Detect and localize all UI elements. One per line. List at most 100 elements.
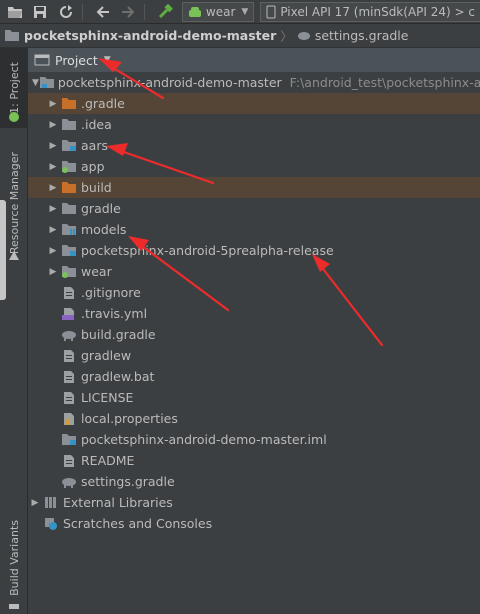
excluded-folder-icon bbox=[60, 96, 78, 112]
tree-item-label: local.properties bbox=[81, 411, 178, 426]
collapsed-arrow-icon[interactable]: ▶ bbox=[46, 204, 60, 214]
tree-item-label: .idea bbox=[81, 117, 112, 132]
build-variants-icon bbox=[0, 598, 28, 612]
open-folder-icon[interactable] bbox=[4, 1, 26, 23]
tree-item-license[interactable]: LICENSE bbox=[28, 387, 480, 408]
tab-project-label: 1: Project bbox=[7, 62, 21, 114]
breadcrumb-project[interactable]: pocketsphinx-android-demo-master bbox=[24, 28, 276, 43]
project-path: F:\android_test\pocketsphinx-and bbox=[289, 75, 480, 90]
android-module-folder-icon bbox=[60, 159, 78, 175]
gradle-elephant-icon bbox=[60, 327, 78, 343]
tree-item-label: build.gradle bbox=[81, 327, 156, 342]
tab-resource-manager-label: Resource Manager bbox=[7, 151, 21, 255]
project-folder-icon bbox=[39, 75, 55, 91]
tree-item-gradlew-bat[interactable]: gradlew.bat bbox=[28, 366, 480, 387]
tree-root[interactable]: ▼ pocketsphinx-android-demo-master F:\an… bbox=[28, 72, 480, 93]
make-project-hammer-icon[interactable] bbox=[154, 1, 176, 23]
collapsed-arrow-icon[interactable]: ▶ bbox=[46, 225, 60, 235]
tree-item-settings-gradle[interactable]: settings.gradle bbox=[28, 471, 480, 492]
chevron-down-icon: ▼ bbox=[103, 55, 111, 65]
text-file-icon bbox=[60, 348, 78, 364]
tree-item-gradle-cache[interactable]: ▶ .gradle bbox=[28, 93, 480, 114]
tree-item-label: app bbox=[81, 159, 105, 174]
tree-item-label: gradlew.bat bbox=[81, 369, 155, 384]
project-tool-window: Project ▼ ▼ pocketsphinx-android-demo-ma… bbox=[28, 48, 480, 614]
text-file-icon bbox=[60, 453, 78, 469]
main-toolbar: wear ▼ Pixel API 17 (minSdk(API 24) > c bbox=[0, 0, 480, 24]
excluded-folder-icon bbox=[60, 180, 78, 196]
left-tool-window-strip: 1: Project Resource Manager Build Varian… bbox=[0, 48, 28, 614]
tree-item-external-libraries[interactable]: ▶ External Libraries bbox=[28, 492, 480, 513]
tab-build-variants[interactable]: Build Variants bbox=[0, 518, 28, 598]
tree-item-pocketsphinx-release[interactable]: ▶ pocketsphinx-android-5prealpha-release bbox=[28, 240, 480, 261]
run-configuration-select[interactable]: wear ▼ bbox=[181, 1, 255, 22]
forward-icon[interactable] bbox=[118, 1, 140, 23]
collapsed-arrow-icon[interactable]: ▶ bbox=[46, 162, 60, 172]
tree-item-gradlew[interactable]: gradlew bbox=[28, 345, 480, 366]
sync-icon[interactable] bbox=[55, 1, 77, 23]
tree-item-label: README bbox=[81, 453, 135, 468]
tree-item-label: pocketsphinx-android-demo-master.iml bbox=[81, 432, 327, 447]
breadcrumb-file[interactable]: settings.gradle bbox=[315, 28, 409, 43]
tree-item-label: gradle bbox=[81, 201, 121, 216]
folder-icon bbox=[5, 30, 19, 41]
project-view-header[interactable]: Project ▼ bbox=[28, 48, 480, 72]
device-select[interactable]: Pixel API 17 (minSdk(API 24) > c bbox=[260, 1, 480, 22]
tree-item-travis[interactable]: .travis.yml bbox=[28, 303, 480, 324]
tab-build-variants-label: Build Variants bbox=[7, 520, 21, 596]
collapsed-arrow-icon[interactable]: ▶ bbox=[46, 267, 60, 277]
tree-item-label: settings.gradle bbox=[81, 474, 175, 489]
tree-item-readme[interactable]: README bbox=[28, 450, 480, 471]
scratches-icon bbox=[42, 516, 60, 532]
tree-item-label: aars bbox=[81, 138, 108, 153]
tree-item-idea[interactable]: ▶ .idea bbox=[28, 114, 480, 135]
tree-item-aars[interactable]: ▶ aars bbox=[28, 135, 480, 156]
tree-item-gradle[interactable]: ▶ gradle bbox=[28, 198, 480, 219]
yaml-file-icon bbox=[60, 306, 78, 322]
tree-item-label: models bbox=[81, 222, 127, 237]
tree-item-build[interactable]: ▶ build bbox=[28, 177, 480, 198]
tree-item-gitignore[interactable]: .gitignore bbox=[28, 282, 480, 303]
tree-item-label: gradlew bbox=[81, 348, 132, 363]
tree-item-label: External Libraries bbox=[63, 495, 173, 510]
collapsed-arrow-icon[interactable]: ▶ bbox=[46, 141, 60, 151]
save-all-icon[interactable] bbox=[30, 1, 52, 23]
back-icon[interactable] bbox=[92, 1, 114, 23]
tree-item-label: wear bbox=[81, 264, 112, 279]
editor-scroll-edge bbox=[0, 200, 6, 300]
collapsed-arrow-icon[interactable]: ▶ bbox=[46, 183, 60, 193]
folder-icon bbox=[60, 117, 78, 133]
tree-item-app[interactable]: ▶ app bbox=[28, 156, 480, 177]
project-tree: ▼ pocketsphinx-android-demo-master F:\an… bbox=[28, 72, 480, 534]
device-value: Pixel API 17 (minSdk(API 24) > c bbox=[280, 4, 475, 19]
android-module-icon bbox=[188, 6, 201, 17]
collapsed-arrow-icon[interactable]: ▶ bbox=[46, 120, 60, 130]
breadcrumb-separator: 〉 bbox=[280, 29, 293, 44]
collapsed-arrow-icon[interactable]: ▶ bbox=[46, 246, 60, 256]
tree-item-label: pocketsphinx-android-5prealpha-release bbox=[81, 243, 334, 258]
android-icon bbox=[0, 108, 28, 126]
run-configuration-value: wear bbox=[205, 4, 236, 19]
chevron-down-icon: ▼ bbox=[241, 6, 249, 17]
gradle-elephant-icon bbox=[297, 31, 310, 40]
tree-item-local-properties[interactable]: local.properties bbox=[28, 408, 480, 429]
module-folder-icon bbox=[60, 243, 78, 259]
text-file-icon bbox=[60, 390, 78, 406]
tree-item-build-gradle[interactable]: build.gradle bbox=[28, 324, 480, 345]
collapsed-arrow-icon[interactable]: ▶ bbox=[28, 498, 42, 508]
toolbar-separator bbox=[81, 3, 83, 20]
tree-item-wear[interactable]: ▶ wear bbox=[28, 261, 480, 282]
expanded-arrow-icon[interactable]: ▼ bbox=[32, 78, 39, 88]
tree-item-label: LICENSE bbox=[81, 390, 134, 405]
library-module-folder-icon bbox=[60, 222, 78, 238]
tree-item-label: pocketsphinx-android-demo-master bbox=[57, 75, 282, 90]
folder-icon bbox=[60, 201, 78, 217]
module-file-icon bbox=[60, 432, 78, 448]
phone-icon bbox=[266, 5, 276, 18]
module-folder-icon bbox=[60, 138, 78, 154]
tree-item-models[interactable]: ▶ models bbox=[28, 219, 480, 240]
collapsed-arrow-icon[interactable]: ▶ bbox=[46, 99, 60, 109]
android-module-folder-icon bbox=[60, 264, 78, 280]
tree-item-scratches[interactable]: Scratches and Consoles bbox=[28, 513, 480, 534]
tree-item-iml[interactable]: pocketsphinx-android-demo-master.iml bbox=[28, 429, 480, 450]
